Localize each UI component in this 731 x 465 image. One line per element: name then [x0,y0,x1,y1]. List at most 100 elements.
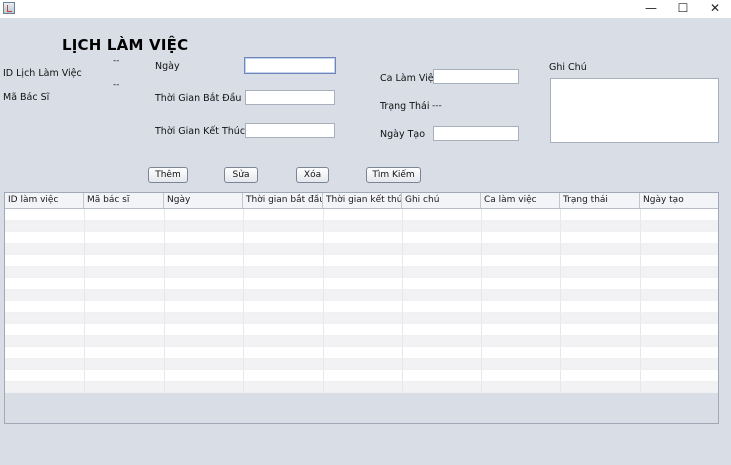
cell-divider [560,312,561,323]
column-header[interactable]: Mã bác sĩ [84,193,164,208]
table-row[interactable] [5,255,718,267]
cell-divider [164,255,165,266]
cell-divider [164,209,165,220]
date-input[interactable] [244,57,336,74]
shift-input[interactable] [433,69,519,84]
cell-divider [243,381,244,392]
cell-divider [560,324,561,335]
close-button[interactable]: ✕ [699,0,731,18]
cell-divider [323,278,324,289]
maximize-button[interactable]: ☐ [667,0,699,18]
cell-divider [84,220,85,231]
cell-divider [481,209,482,220]
cell-divider [640,312,641,323]
column-header[interactable]: Ngày [164,193,243,208]
table-row[interactable] [5,232,718,244]
table-row[interactable] [5,220,718,232]
cell-divider [640,358,641,369]
cell-divider [640,301,641,312]
schedule-table[interactable]: ID làm việc Mã bác sĩ Ngày Thời gian bắt… [4,192,719,424]
cell-divider [560,381,561,392]
cell-divider [402,370,403,381]
table-row[interactable] [5,335,718,347]
cell-divider [323,312,324,323]
add-button[interactable]: Thêm [148,167,188,183]
cell-divider [164,301,165,312]
table-row[interactable] [5,209,718,221]
column-header[interactable]: Thời gian bắt đầu [243,193,323,208]
cell-divider [164,220,165,231]
cell-divider [560,301,561,312]
cell-divider [640,209,641,220]
table-header: ID làm việc Mã bác sĩ Ngày Thời gian bắt… [5,193,718,209]
cell-divider [164,278,165,289]
cell-divider [481,324,482,335]
column-header[interactable]: ID làm việc [5,193,84,208]
cell-divider [243,278,244,289]
cell-divider [481,347,482,358]
column-header[interactable]: Ngày tạo [640,193,718,208]
cell-divider [560,347,561,358]
cell-divider [243,289,244,300]
delete-button[interactable]: Xóa [296,167,329,183]
column-header[interactable]: Thời gian kết thúc [323,193,402,208]
start-time-label: Thời Gian Bắt Đầu [155,93,242,104]
column-header[interactable]: Trạng thái [560,193,640,208]
table-row[interactable] [5,347,718,359]
minimize-button[interactable]: — [635,0,667,18]
cell-divider [640,335,641,346]
table-row[interactable] [5,358,718,370]
cell-divider [402,278,403,289]
cell-divider [402,243,403,254]
cell-divider [481,312,482,323]
cell-divider [402,301,403,312]
table-row[interactable] [5,301,718,313]
created-date-label: Ngày Tạo [380,129,426,140]
table-row[interactable] [5,381,718,393]
cell-divider [640,289,641,300]
table-row[interactable] [5,266,718,278]
cell-divider [560,220,561,231]
end-time-input[interactable] [245,123,335,138]
cell-divider [323,289,324,300]
column-header[interactable]: Ghi chú [402,193,481,208]
column-header[interactable]: Ca làm việc [481,193,560,208]
cell-divider [481,381,482,392]
end-time-label: Thời Gian Kết Thúc [155,126,246,137]
cell-divider [402,347,403,358]
created-date-input[interactable] [433,126,519,141]
page-title: LỊCH LÀM VIỆC [62,36,189,54]
cell-divider [560,289,561,300]
cell-divider [84,381,85,392]
note-textarea[interactable] [550,78,719,143]
cell-divider [243,232,244,243]
edit-button[interactable]: Sửa [224,167,258,183]
cell-divider [640,232,641,243]
cell-divider [560,370,561,381]
cell-divider [164,243,165,254]
cell-divider [164,347,165,358]
cell-divider [164,266,165,277]
cell-divider [560,358,561,369]
cell-divider [402,324,403,335]
table-row[interactable] [5,312,718,324]
table-row[interactable] [5,278,718,290]
table-row[interactable] [5,370,718,382]
cell-divider [243,312,244,323]
cell-divider [640,220,641,231]
cell-divider [402,312,403,323]
start-time-input[interactable] [245,90,335,105]
cell-divider [560,232,561,243]
cell-divider [164,232,165,243]
cell-divider [243,243,244,254]
cell-divider [323,255,324,266]
date-label: Ngày [155,61,180,72]
table-body[interactable] [5,209,718,393]
table-row[interactable] [5,243,718,255]
table-row[interactable] [5,289,718,301]
cell-divider [323,358,324,369]
table-row[interactable] [5,324,718,336]
search-button[interactable]: Tìm Kiếm [366,167,421,183]
cell-divider [243,266,244,277]
cell-divider [84,232,85,243]
